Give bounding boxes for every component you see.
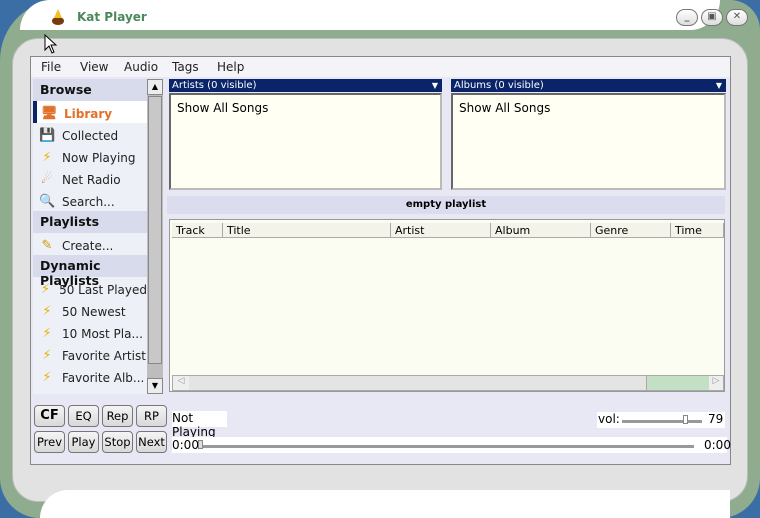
- albums-list[interactable]: Show All Songs: [451, 93, 726, 190]
- item-label: Favorite Alb...: [62, 370, 145, 385]
- dynamic-playlist-icon: ⚡: [40, 281, 51, 297]
- stop-button[interactable]: Stop: [102, 431, 133, 453]
- list-item[interactable]: Show All Songs: [459, 101, 718, 115]
- sidebar-scrollbar[interactable]: ▲ ▼: [147, 79, 163, 394]
- dynamic-playlist-icon: ⚡: [42, 303, 52, 319]
- window-title: Kat Player: [77, 10, 147, 24]
- sidebar-item-create[interactable]: ✎ Create...: [33, 233, 147, 255]
- sidebar-item-collected[interactable]: 💾 Collected: [33, 123, 147, 145]
- menu-tags[interactable]: Tags: [172, 60, 199, 74]
- pencil-icon: ✎: [41, 237, 53, 253]
- playlist-title: empty playlist: [167, 196, 725, 214]
- library-icon: 🖥: [41, 105, 58, 121]
- sidebar-item-dynamic[interactable]: ⚡ 10 Most Pla...: [33, 321, 147, 343]
- dynamic-playlist-icon: ⚡: [42, 347, 52, 363]
- scroll-up-button[interactable]: ▲: [147, 79, 163, 95]
- volume-slider[interactable]: [622, 420, 702, 423]
- sidebar-item-now-playing[interactable]: ⚡ Now Playing: [33, 145, 147, 167]
- section-browse: Browse: [33, 79, 147, 101]
- sidebar-item-dynamic[interactable]: ⚡ 50 Newest: [33, 299, 147, 321]
- seek-slider-thumb[interactable]: [198, 440, 203, 449]
- list-item[interactable]: Show All Songs: [177, 101, 434, 115]
- artists-header: Artists (0 visible): [172, 80, 257, 91]
- sidebar-item-library[interactable]: 🖥 Library: [33, 101, 147, 123]
- radio-icon: ☄: [41, 171, 53, 187]
- sidebar: Browse 🖥 Library 💾 Collected ⚡ Now Playing …: [33, 79, 147, 394]
- item-label: 50 Last Played: [59, 282, 147, 297]
- time-start: 0:00: [172, 438, 199, 452]
- sidebar-item-search[interactable]: 🔍 Search...: [33, 189, 147, 211]
- scroll-thumb[interactable]: [189, 376, 647, 390]
- sidebar-item-net-radio[interactable]: ☄ Net Radio: [33, 167, 147, 189]
- search-icon: 🔍: [39, 193, 56, 209]
- item-label: Search...: [62, 194, 115, 209]
- column-title[interactable]: Title: [223, 223, 391, 238]
- status-text: Not Playing: [172, 411, 227, 439]
- sidebar-item-dynamic[interactable]: ⚡ Favorite Artist: [33, 343, 147, 365]
- item-label: Now Playing: [62, 150, 136, 165]
- section-playlists: Playlists: [33, 211, 147, 233]
- minimize-button[interactable]: _: [676, 9, 698, 26]
- item-label: Favorite Artist: [62, 348, 146, 363]
- lightning-icon: ⚡: [42, 149, 52, 165]
- scroll-right-button[interactable]: ▷: [709, 376, 723, 390]
- column-time[interactable]: Time: [671, 223, 724, 238]
- artists-dropdown[interactable]: Artists (0 visible) ▼: [169, 79, 442, 92]
- maximize-button[interactable]: ▣: [701, 9, 723, 26]
- mouse-cursor-icon: [44, 33, 58, 59]
- repeat-button[interactable]: Rep: [102, 405, 133, 427]
- column-genre[interactable]: Genre: [591, 223, 671, 238]
- scroll-track[interactable]: [647, 376, 709, 390]
- item-label: Net Radio: [62, 172, 121, 187]
- horizontal-scrollbar[interactable]: ◁ ▷: [172, 375, 724, 391]
- item-label: Create...: [62, 238, 114, 253]
- item-label: Library: [64, 106, 113, 121]
- sidebar-item-dynamic[interactable]: ⚡ Favorite Alb...: [33, 365, 147, 387]
- equalizer-button[interactable]: EQ: [68, 405, 99, 427]
- seek-area: 0:00 0:00: [172, 437, 731, 453]
- volume-area: vol: 79: [597, 412, 725, 428]
- menu-file[interactable]: File: [41, 60, 61, 74]
- artists-list[interactable]: Show All Songs: [169, 93, 442, 190]
- volume-label: vol:: [598, 412, 620, 426]
- close-button[interactable]: ✕: [726, 9, 748, 26]
- save-icon: 💾: [39, 127, 56, 143]
- time-end: 0:00: [704, 438, 731, 452]
- item-label: 10 Most Pla...: [62, 326, 143, 341]
- item-label: 50 Newest: [62, 304, 126, 319]
- play-button[interactable]: Play: [68, 431, 99, 453]
- menu-view[interactable]: View: [80, 60, 108, 74]
- column-album[interactable]: Album: [491, 223, 591, 238]
- menu-help[interactable]: Help: [217, 60, 244, 74]
- scroll-thumb[interactable]: [148, 96, 162, 364]
- random-play-button[interactable]: RP: [136, 405, 167, 427]
- scroll-left-button[interactable]: ◁: [174, 376, 188, 390]
- menu-audio[interactable]: Audio: [124, 60, 158, 74]
- column-artist[interactable]: Artist: [391, 223, 491, 238]
- albums-dropdown[interactable]: Albums (0 visible) ▼: [451, 79, 726, 92]
- playlist-table[interactable]: Track Title Artist Album Genre Time ◁ ▷: [169, 219, 725, 392]
- volume-slider-thumb[interactable]: [683, 415, 689, 424]
- section-dynamic-playlists: Dynamic Playlists: [33, 255, 147, 288]
- albums-header: Albums (0 visible): [454, 80, 544, 91]
- scroll-down-button[interactable]: ▼: [147, 378, 163, 394]
- dropdown-arrow-icon: ▼: [715, 81, 722, 90]
- prev-button[interactable]: Prev: [34, 431, 65, 453]
- column-track[interactable]: Track: [172, 223, 223, 238]
- next-button[interactable]: Next: [136, 431, 167, 453]
- volume-value: 79: [708, 412, 724, 426]
- seek-slider[interactable]: [198, 445, 694, 448]
- dynamic-playlist-icon: ⚡: [42, 325, 52, 341]
- dropdown-arrow-icon: ▼: [431, 81, 438, 90]
- item-label: Collected: [62, 128, 119, 143]
- bottom-frame: [40, 490, 730, 518]
- app-icon: [50, 8, 66, 26]
- crossfade-button[interactable]: CF: [34, 405, 65, 427]
- dynamic-playlist-icon: ⚡: [42, 369, 52, 385]
